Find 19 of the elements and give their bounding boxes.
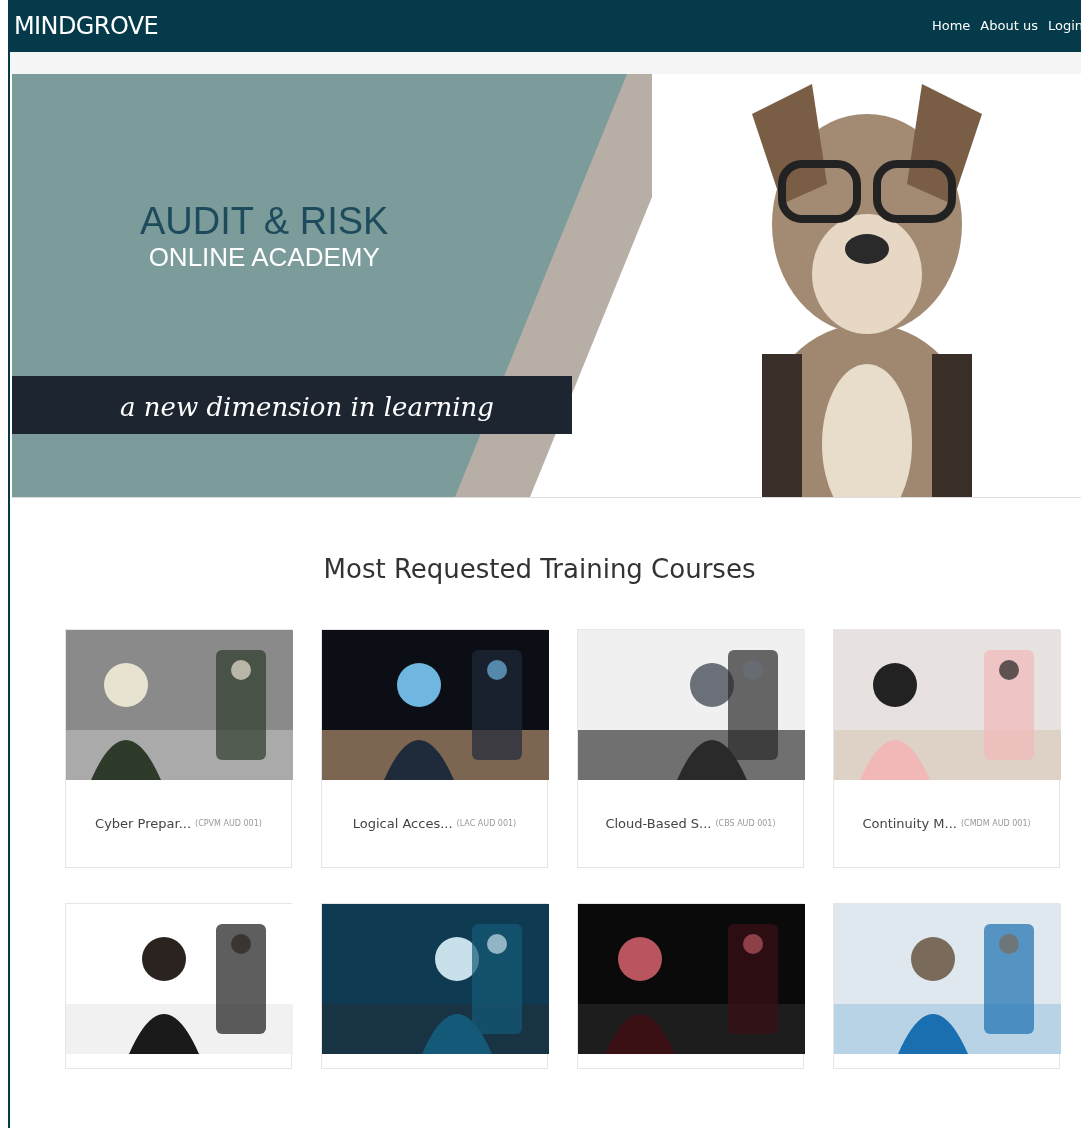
nav-link[interactable]: About us — [980, 16, 1038, 36]
course-title: Cloud-Based S... — [605, 814, 712, 833]
course-code: (CBS AUD 001) — [715, 817, 776, 830]
course-code: (LAC AUD 001) — [456, 817, 517, 830]
course-card[interactable]: Continuity M... (CMDM AUD 001) — [833, 629, 1060, 868]
course-code: (CPVM AUD 001) — [195, 817, 262, 830]
hero-tagline: a new dimension in learning — [120, 391, 494, 424]
course-title: Logical Acces... — [352, 814, 453, 833]
hero-subtitle: ONLINE ACADEMY — [147, 244, 381, 270]
course-title: Continuity M... — [862, 814, 957, 833]
nav-link[interactable]: Home — [931, 16, 971, 36]
course-card[interactable]: Cloud-Based S... (CBS AUD 001) — [577, 629, 804, 868]
hero-title: AUDIT & RISK — [140, 202, 389, 240]
course-card[interactable]: Cyber Prepar... (CPVM AUD 001) — [65, 629, 292, 868]
course-card[interactable]: Logical Acces... (LAC AUD 001) — [321, 629, 548, 868]
course-title: Cyber Prepar... — [95, 814, 192, 833]
section-heading: Most Requested Training Courses — [322, 553, 757, 586]
brand-logo[interactable]: MINDGROVE — [14, 8, 159, 44]
course-code: (CMDM AUD 001) — [961, 817, 1031, 830]
